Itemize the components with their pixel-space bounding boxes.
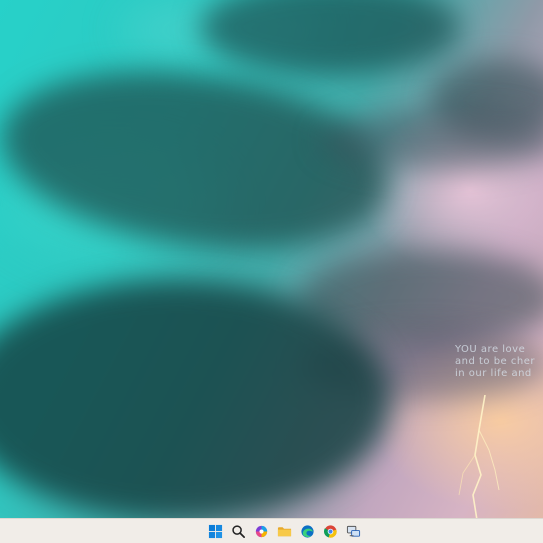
windows-logo-icon	[208, 524, 223, 538]
chrome-button[interactable]	[322, 523, 339, 540]
remote-desktop-button[interactable]	[345, 523, 362, 540]
chrome-browser-icon	[323, 524, 337, 538]
widgets-button[interactable]	[253, 523, 270, 540]
desktop-wallpaper: YOU are love and to be cher in our life …	[0, 0, 543, 518]
remote-desktop-icon	[346, 525, 361, 537]
colorful-widgets-icon	[255, 525, 268, 537]
quote-line: in our life and	[455, 368, 532, 379]
edge-browser-icon	[301, 524, 314, 538]
quote-line: YOU are love	[455, 344, 526, 355]
lightning-bolt	[458, 395, 500, 518]
edge-button[interactable]	[299, 523, 316, 540]
folder-icon	[277, 526, 292, 536]
search-icon	[232, 524, 245, 538]
quote-line: and to be cher	[455, 356, 535, 367]
search-button[interactable]	[230, 523, 247, 540]
start-button[interactable]	[207, 523, 224, 540]
taskbar	[0, 518, 543, 543]
file-explorer-button[interactable]	[276, 523, 293, 540]
storm-cloud	[200, 0, 460, 75]
storm-cloud	[320, 110, 543, 170]
wallpaper-quote: YOU are love and to be cher in our life …	[455, 344, 543, 380]
